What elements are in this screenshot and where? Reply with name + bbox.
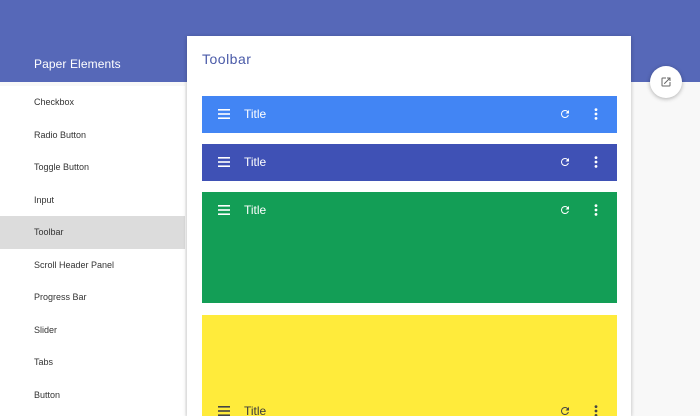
sidebar-item-input[interactable]: Input xyxy=(0,184,185,217)
page-title: Toolbar xyxy=(202,51,252,67)
main-card: Toolbar Title Title Title Title xyxy=(187,36,631,416)
sidebar-title: Paper Elements xyxy=(34,57,121,71)
more-vert-icon[interactable] xyxy=(589,107,603,121)
toolbar-yellow-bottom: Title xyxy=(202,315,617,416)
sidebar-item-progress-bar[interactable]: Progress Bar xyxy=(0,281,185,314)
refresh-icon[interactable] xyxy=(558,155,572,169)
menu-icon[interactable] xyxy=(217,404,231,416)
open-in-new-button[interactable] xyxy=(650,66,682,98)
toolbar-blue: Title xyxy=(202,96,617,133)
sidebar-item-slider[interactable]: Slider xyxy=(0,314,185,347)
toolbar-green-tall: Title xyxy=(202,192,617,303)
refresh-icon[interactable] xyxy=(558,107,572,121)
toolbar-title: Title xyxy=(244,107,267,121)
sidebar-item-radio-button[interactable]: Radio Button xyxy=(0,119,185,152)
open-in-new-icon xyxy=(660,76,672,88)
sidebar: Paper Elements Checkbox Radio Button Tog… xyxy=(0,0,185,416)
refresh-icon[interactable] xyxy=(558,404,572,416)
more-vert-icon[interactable] xyxy=(589,155,603,169)
refresh-icon[interactable] xyxy=(558,203,572,217)
sidebar-nav: Checkbox Radio Button Toggle Button Inpu… xyxy=(0,86,185,416)
toolbar-title: Title xyxy=(244,404,267,416)
sidebar-item-tabs[interactable]: Tabs xyxy=(0,346,185,379)
menu-icon[interactable] xyxy=(217,155,231,169)
sidebar-item-button[interactable]: Button xyxy=(0,379,185,412)
sidebar-item-toolbar[interactable]: Toolbar xyxy=(0,216,185,249)
sidebar-item-scroll-header-panel[interactable]: Scroll Header Panel xyxy=(0,249,185,282)
sidebar-item-checkbox[interactable]: Checkbox xyxy=(0,86,185,119)
menu-icon[interactable] xyxy=(217,107,231,121)
more-vert-icon[interactable] xyxy=(589,203,603,217)
toolbar-indigo: Title xyxy=(202,144,617,181)
toolbar-title: Title xyxy=(244,203,267,217)
sidebar-item-toggle-button[interactable]: Toggle Button xyxy=(0,151,185,184)
more-vert-icon[interactable] xyxy=(589,404,603,416)
menu-icon[interactable] xyxy=(217,203,231,217)
toolbar-title: Title xyxy=(244,155,267,169)
